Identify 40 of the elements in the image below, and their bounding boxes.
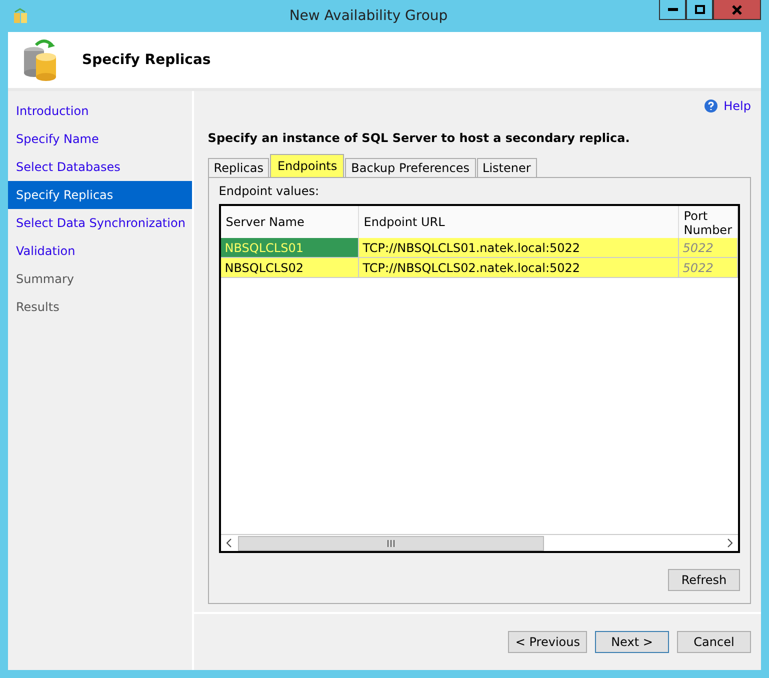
minimize-icon <box>668 8 678 11</box>
table-cell: 5022 <box>678 258 738 278</box>
tab[interactable]: Backup Preferences <box>345 158 476 177</box>
wizard-button[interactable]: < Previous <box>508 631 587 653</box>
table-cell: NBSQLCLS02 <box>220 258 359 278</box>
refresh-button[interactable]: Refresh <box>668 569 740 591</box>
window-title: New Availability Group <box>288 8 449 24</box>
instruction-text: Specify an instance of SQL Server to host a secondary replica. <box>208 131 631 145</box>
scroll-thumb[interactable] <box>238 536 544 550</box>
close-button[interactable] <box>713 0 761 20</box>
nav-item[interactable]: Validation <box>8 237 192 265</box>
help-link[interactable]: Help <box>704 99 751 113</box>
horizontal-scrollbar[interactable] <box>220 534 738 551</box>
nav-item[interactable]: Introduction <box>8 97 192 125</box>
column-header: Endpoint URL <box>358 206 679 238</box>
table-cell: 5022 <box>678 238 738 258</box>
close-icon <box>732 4 742 14</box>
tab[interactable]: Replicas <box>208 158 270 177</box>
scroll-left-icon[interactable] <box>226 538 232 548</box>
column-header: Port Number <box>678 206 738 238</box>
minimize-button[interactable] <box>659 0 686 20</box>
help-icon <box>704 99 718 113</box>
nav-item[interactable]: Select Data Synchronization <box>8 209 192 237</box>
column-header: Server Name <box>220 206 359 238</box>
table-cell: NBSQLCLS01 <box>220 238 359 258</box>
nav-item[interactable]: Specify Name <box>8 125 192 153</box>
tab[interactable]: Listener <box>476 158 537 177</box>
group-label: Endpoint values: <box>218 184 320 198</box>
wizard-button[interactable]: Next > <box>595 631 669 653</box>
maximize-icon <box>694 5 704 14</box>
tab[interactable]: Endpoints <box>270 154 344 177</box>
maximize-button[interactable] <box>686 0 713 20</box>
page-title: Specify Replicas <box>82 52 211 68</box>
table-cell: TCP://NBSQLCLS02.natek.local:5022 <box>358 258 679 278</box>
wizard-button[interactable]: Cancel <box>677 631 751 653</box>
nav-item[interactable]: Specify Replicas <box>8 181 192 209</box>
app-icon <box>12 8 28 24</box>
scroll-right-icon[interactable] <box>726 538 732 548</box>
nav-item[interactable]: Select Databases <box>8 153 192 181</box>
table-cell: TCP://NBSQLCLS01.natek.local:5022 <box>358 238 679 258</box>
